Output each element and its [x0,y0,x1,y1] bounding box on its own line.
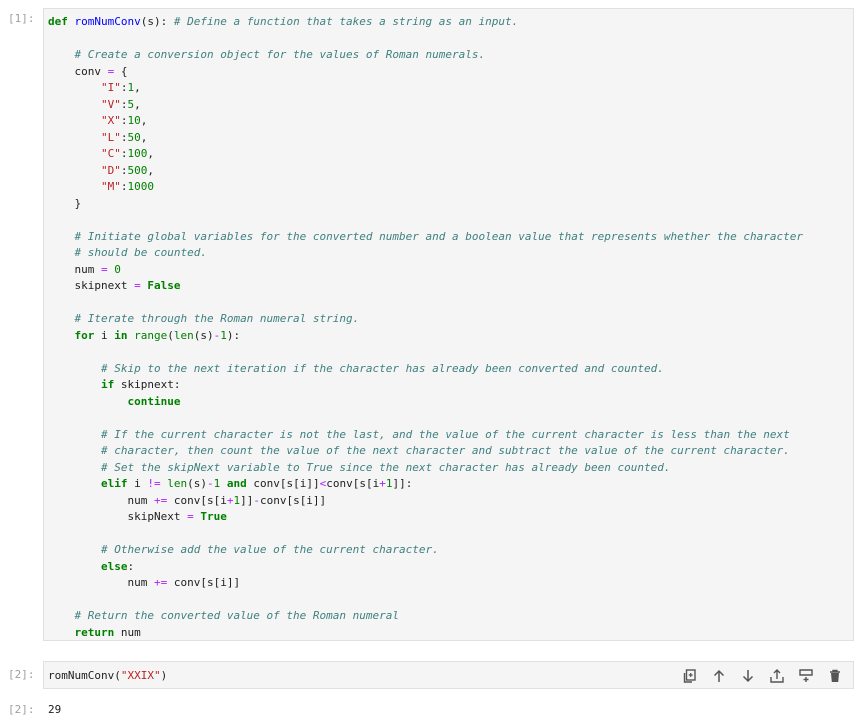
code-line: conv = { [48,64,128,78]
code-line: skipNext = True [48,510,227,523]
code-line: # Skip to the next iteration if the char… [100,361,664,375]
code-line: num += conv[s[i+1]]-conv[s[i]] [48,493,327,507]
delete-icon [830,669,840,682]
code-line: # should be counted. [74,246,207,259]
code-line: skipnext = False [48,279,181,292]
code-line: else: [100,559,135,573]
code-line: continue [127,394,181,408]
code-line: if skipnext: [100,378,181,391]
duplicate-cell-button[interactable] [680,666,700,686]
cell-toolbar [680,666,845,686]
insert-below-icon [799,669,813,682]
code-line: "C":100, [100,147,154,160]
code-line: # Return the converted value of the Roma… [74,609,400,622]
code-line: # character, then count the value of the… [100,444,790,457]
cell-prompt: [1]: [8,12,35,25]
code-line: num = 0 [48,262,121,276]
move-down-icon [742,670,754,683]
code-line: "M":1000 [100,180,154,193]
code-line: # Create a conversion object for the val… [74,48,486,61]
code-line: # If the current character is not the la… [100,427,790,441]
code-line: "I":1, [100,81,141,94]
insert-above-button[interactable] [767,666,787,686]
code-text[interactable]: def romNumConv(s): # Define a function t… [44,9,853,641]
code-editor[interactable]: romNumConv("XXIX") [43,661,854,689]
delete-cell-button[interactable] [825,666,845,686]
code-line: "V":5, [100,97,141,111]
code-line: def romNumConv(s): # Define a function t… [48,15,519,28]
insert-above-icon [770,669,784,683]
move-up-button[interactable] [709,666,729,686]
code-line: # Set the skipNext variable to True sinc… [100,460,671,474]
code-line: # Iterate through the Roman numeral stri… [74,312,360,325]
code-line: num += conv[s[i]] [48,576,241,589]
code-line: "X":10, [100,114,148,127]
move-up-icon [713,669,725,682]
code-line: "L":50, [100,130,148,144]
code-line: return num [74,625,141,639]
code-line: "D":500, [100,163,154,177]
code-line: for i in range(len(s)-1): [74,328,241,342]
code-line: # Initiate global variables for the conv… [74,229,803,243]
code-line: } [48,196,82,210]
insert-below-button[interactable] [796,666,816,686]
output-prompt: [2]: [8,703,35,716]
code-editor[interactable]: def romNumConv(s): # Define a function t… [43,8,854,641]
cell-prompt: [2]: [8,668,35,681]
move-down-button[interactable] [738,666,758,686]
code-line: elif i != len(s)-1 and conv[s[i]]<conv[s… [100,477,413,490]
output-value: 29 [48,703,62,716]
code-line: # Otherwise add the value of the current… [100,543,439,556]
duplicate-icon [683,669,696,683]
